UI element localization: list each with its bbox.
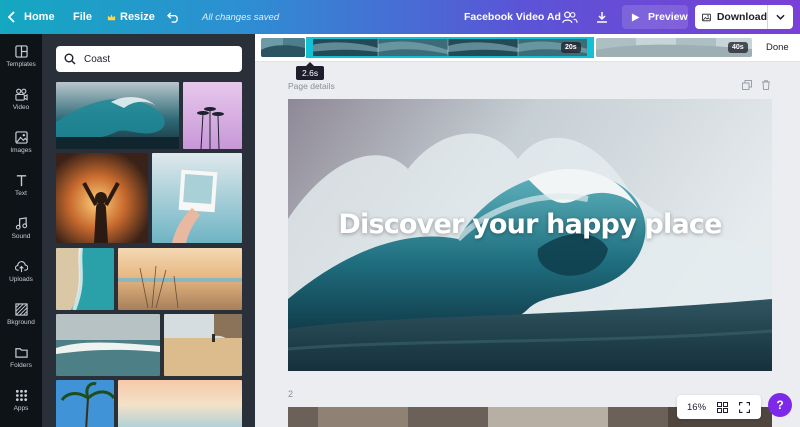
sunset-swimmer-photo: [56, 153, 148, 243]
templates-icon: [14, 44, 28, 58]
resize-label: Resize: [120, 11, 155, 23]
rail-item-folders[interactable]: Folders: [0, 337, 42, 377]
design-page-1[interactable]: Discover your happy place: [288, 99, 772, 371]
done-button[interactable]: Done: [766, 42, 789, 53]
rail-item-background[interactable]: Bkground: [0, 294, 42, 334]
photo-thumbnail[interactable]: [118, 380, 242, 427]
chevron-down-icon: [776, 14, 785, 20]
download-button[interactable]: Download: [695, 5, 793, 29]
rail-label: Text: [15, 189, 27, 197]
preview-button[interactable]: Preview: [622, 5, 688, 29]
download-main[interactable]: Download: [695, 5, 767, 29]
resize-button[interactable]: Resize: [107, 0, 155, 34]
share-button[interactable]: [561, 0, 579, 34]
rail-label: Sound: [11, 232, 31, 240]
rail-label: Uploads: [9, 275, 33, 283]
video-icon: [14, 88, 28, 101]
preview-label: Preview: [648, 11, 688, 23]
photo-thumbnail[interactable]: [56, 248, 114, 310]
rail-item-apps[interactable]: Apps: [0, 380, 42, 420]
photos-panel: [42, 34, 255, 427]
document-title[interactable]: Facebook Video Ad: [464, 0, 561, 34]
grid-view-icon[interactable]: [717, 401, 729, 413]
rail-item-uploads[interactable]: Uploads: [0, 251, 42, 291]
clip-duration-badge: 20s: [561, 42, 581, 53]
crown-icon: [107, 13, 116, 20]
photo-thumbnail[interactable]: [118, 248, 242, 310]
beach-walk-photo: [164, 314, 242, 376]
trim-handle-left[interactable]: [306, 37, 313, 58]
trash-icon[interactable]: [761, 80, 771, 90]
save-status: All changes saved: [202, 11, 280, 23]
rail-item-text[interactable]: Text: [0, 165, 42, 205]
left-rail: Templates Video Images Text Sound Upload…: [0, 34, 42, 427]
clip-duration-badge: 40s: [728, 42, 748, 53]
photo-thumbnail[interactable]: [56, 153, 148, 243]
search-icon: [64, 53, 76, 65]
timeline-selection[interactable]: [306, 37, 594, 58]
rail-label: Templates: [6, 60, 36, 68]
help-button[interactable]: ?: [768, 393, 792, 417]
cloud-upload-icon: [14, 260, 28, 272]
palm-sky-photo: [56, 380, 114, 427]
top-toolbar: Home File Resize All changes saved Faceb…: [0, 0, 800, 34]
search-input[interactable]: [84, 53, 234, 65]
clip-frames: [261, 38, 305, 57]
download-icon: [597, 12, 607, 23]
rail-item-video[interactable]: Video: [0, 79, 42, 119]
video-timeline: 20s 40s Done: [255, 34, 800, 62]
playhead-time-tooltip: 2.6s: [296, 62, 325, 80]
page-tools: [742, 80, 771, 90]
wave-photo: [56, 82, 179, 149]
page-number: 2: [288, 389, 294, 399]
people-icon: [562, 11, 578, 23]
images-icon: [14, 130, 28, 144]
folder-icon: [14, 347, 28, 358]
background-icon: [14, 302, 28, 316]
text-icon: [16, 174, 26, 186]
play-icon: [631, 12, 640, 22]
photo-thumbnail[interactable]: [164, 314, 242, 376]
undo-button[interactable]: [165, 0, 181, 34]
photo-thumbnail[interactable]: [56, 314, 160, 376]
photo-thumbnail[interactable]: [56, 380, 114, 427]
fullscreen-icon[interactable]: [739, 401, 751, 413]
rail-label: Folders: [10, 361, 32, 369]
timeline-clip-intro[interactable]: [261, 38, 305, 57]
rail-item-sound[interactable]: Sound: [0, 208, 42, 248]
rail-item-templates[interactable]: Templates: [0, 36, 42, 76]
photo-thumbnail[interactable]: [56, 82, 179, 149]
surf-wave-photo: [56, 314, 160, 376]
rail-item-images[interactable]: Images: [0, 122, 42, 162]
aerial-coast-photo: [56, 248, 114, 310]
download-label: Download: [716, 11, 767, 23]
rail-label: Video: [12, 103, 30, 111]
dune-sunset-photo: [118, 248, 242, 310]
undo-icon: [166, 11, 178, 23]
photo-thumbnail[interactable]: [152, 153, 242, 243]
search-box[interactable]: [56, 46, 242, 72]
rail-label: Images: [10, 146, 32, 154]
chevron-left-icon: [7, 11, 15, 23]
home-label: Home: [24, 11, 55, 23]
download-options-button[interactable]: [768, 5, 793, 29]
pastel-sunset-photo: [118, 380, 242, 427]
image-icon: [702, 13, 711, 21]
page-details-label[interactable]: Page details: [288, 81, 335, 91]
zoom-controls: 16%: [677, 395, 761, 419]
apps-icon: [15, 389, 27, 401]
download-icon-button[interactable]: [594, 0, 610, 34]
photo-thumbnail[interactable]: [183, 82, 242, 149]
polaroid-beach-photo: [152, 153, 242, 243]
file-menu-button[interactable]: File: [73, 0, 92, 34]
home-button[interactable]: Home: [6, 0, 55, 34]
rail-label: Apps: [13, 404, 29, 412]
headline-text[interactable]: Discover your happy place: [288, 209, 772, 240]
zoom-level[interactable]: 16%: [687, 402, 706, 413]
rail-label: Bkground: [7, 318, 35, 326]
palm-trees-photo: [183, 82, 242, 149]
music-note-icon: [15, 216, 27, 230]
duplicate-page-icon[interactable]: [742, 80, 752, 90]
trim-handle-right[interactable]: [587, 37, 594, 58]
